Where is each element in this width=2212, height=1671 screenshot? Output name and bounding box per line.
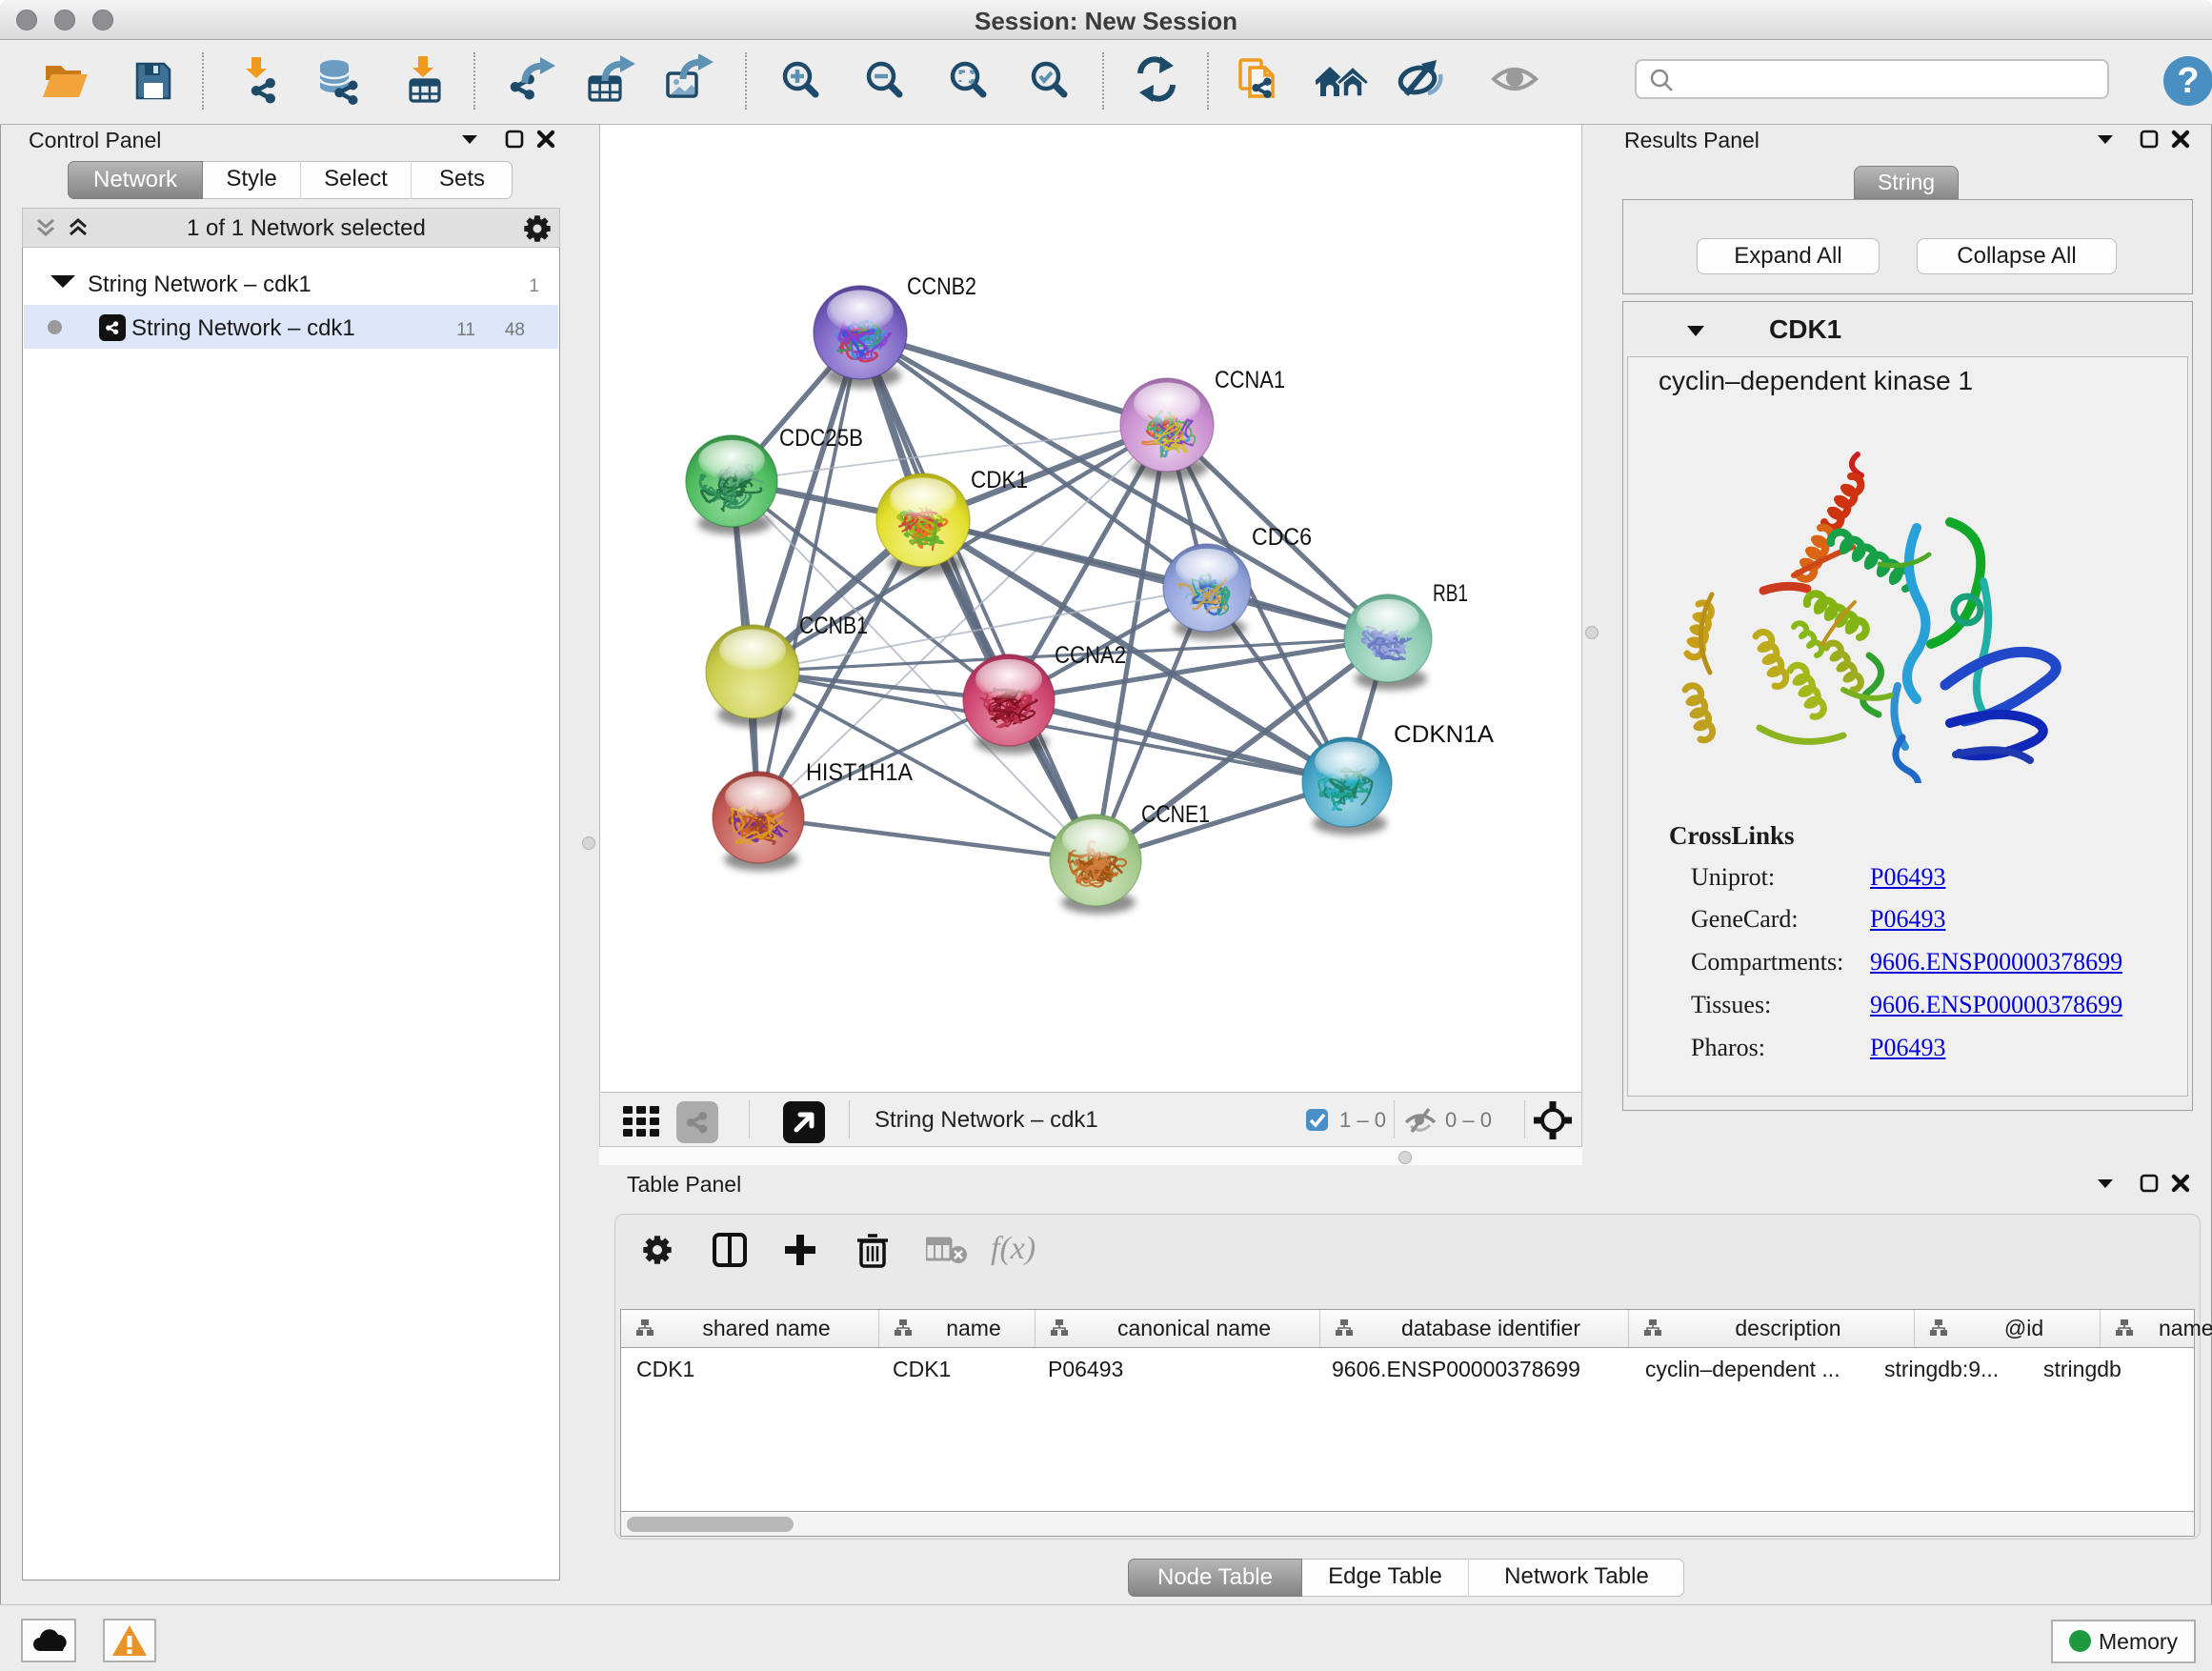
svg-text:RB1: RB1 (1433, 580, 1468, 607)
svg-text:CDK1: CDK1 (971, 467, 1028, 493)
svg-text:HIST1H1A: HIST1H1A (806, 759, 913, 786)
svg-text:CCNB2: CCNB2 (907, 273, 976, 300)
svg-text:CCNA2: CCNA2 (1055, 642, 1126, 669)
svg-text:CDC6: CDC6 (1252, 524, 1312, 551)
svg-text:CDC25B: CDC25B (779, 425, 863, 452)
svg-text:CCNE1: CCNE1 (1141, 801, 1210, 828)
svg-text:CCNA1: CCNA1 (1215, 367, 1285, 393)
svg-text:CCNB1: CCNB1 (799, 613, 868, 639)
svg-text:CDKN1A: CDKN1A (1394, 721, 1494, 748)
